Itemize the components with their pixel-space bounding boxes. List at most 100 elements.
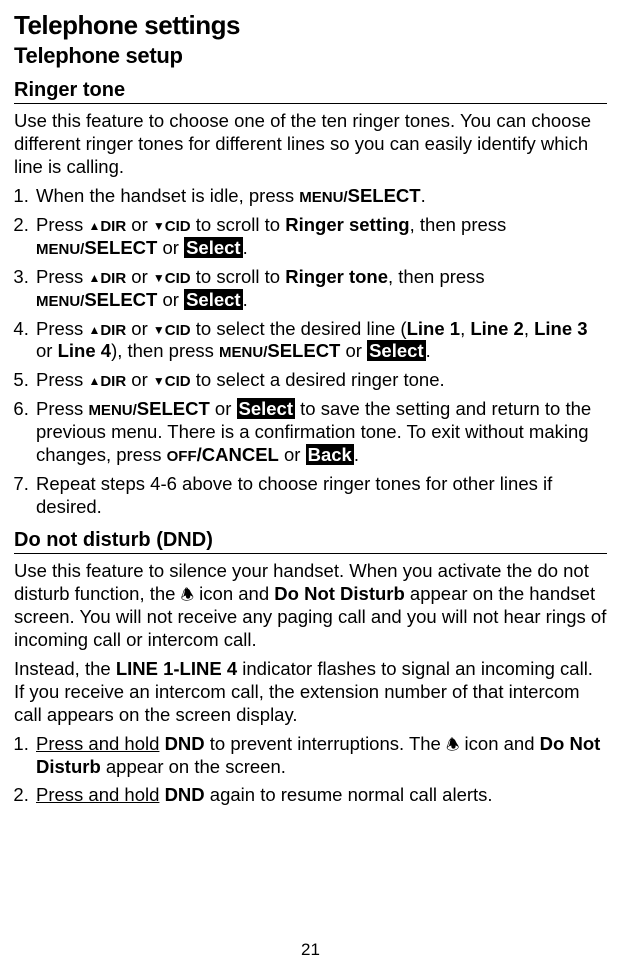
text: to scroll to bbox=[191, 266, 286, 287]
text: SELECT bbox=[267, 340, 340, 361]
line-2: Line 2 bbox=[470, 318, 523, 339]
line-indicator: LINE 1-LINE 4 bbox=[116, 658, 237, 679]
text: appear on the screen. bbox=[101, 756, 286, 777]
bell-icon bbox=[446, 733, 459, 754]
text: or bbox=[126, 266, 153, 287]
text: or bbox=[157, 289, 184, 310]
text: or bbox=[157, 237, 184, 258]
text: MENU/ bbox=[36, 241, 84, 258]
key-cid: CID bbox=[165, 270, 191, 287]
key-cid: CID bbox=[165, 373, 191, 390]
dnd-step-2: Press and hold DND again to resume norma… bbox=[34, 784, 607, 807]
text: or bbox=[126, 318, 153, 339]
key-dnd: DND bbox=[165, 784, 205, 805]
text: When the handset is idle, press bbox=[36, 185, 299, 206]
dnd-steps: Press and hold DND to prevent interrupti… bbox=[14, 733, 607, 808]
text: Press bbox=[36, 266, 88, 287]
key-menu: MENU/SELECT bbox=[36, 289, 157, 310]
key-menu: MENU/SELECT bbox=[88, 398, 209, 419]
text: SELECT bbox=[84, 237, 157, 258]
key-cid: CID bbox=[165, 218, 191, 235]
menu-item: Ringer tone bbox=[285, 266, 388, 287]
triangle-down-icon bbox=[153, 266, 165, 287]
text: or bbox=[340, 340, 367, 361]
text: MENU/ bbox=[88, 402, 136, 419]
text: to select the desired line ( bbox=[191, 318, 407, 339]
text: Press bbox=[36, 318, 88, 339]
ringer-tone-intro: Use this feature to choose one of the te… bbox=[14, 110, 607, 179]
text: Instead, the bbox=[14, 658, 116, 679]
section-dnd-heading: Do not disturb (DND) bbox=[14, 529, 607, 554]
press-and-hold: Press and hold bbox=[36, 733, 159, 754]
text: MENU/ bbox=[219, 344, 267, 361]
dnd-intro-2: Instead, the LINE 1-LINE 4 indicator fla… bbox=[14, 658, 607, 727]
triangle-up-icon bbox=[88, 266, 100, 287]
text: to scroll to bbox=[191, 214, 286, 235]
text: or bbox=[126, 214, 153, 235]
step-1: When the handset is idle, press MENU/SEL… bbox=[34, 185, 607, 208]
key-menu: MENU/SELECT bbox=[219, 340, 340, 361]
triangle-down-icon bbox=[153, 318, 165, 339]
softkey-back: Back bbox=[306, 444, 354, 465]
text: SELECT bbox=[84, 289, 157, 310]
menu-item: Ringer setting bbox=[285, 214, 409, 235]
text: or bbox=[279, 444, 306, 465]
key-off-cancel: OFF/CANCEL bbox=[167, 444, 279, 465]
key-dir: DIR bbox=[100, 270, 126, 287]
key-cid: CID bbox=[165, 322, 191, 339]
title: Telephone settings bbox=[14, 10, 607, 41]
dnd-intro-1: Use this feature to silence your handset… bbox=[14, 560, 607, 652]
page-number: 21 bbox=[0, 940, 621, 960]
text: to prevent interruptions. The bbox=[205, 733, 446, 754]
text: SELECT bbox=[348, 185, 421, 206]
ringer-tone-steps: When the handset is idle, press MENU/SEL… bbox=[14, 185, 607, 519]
line-3: Line 3 bbox=[534, 318, 587, 339]
key-dir: DIR bbox=[100, 373, 126, 390]
text: SELECT bbox=[137, 398, 210, 419]
step-5: Press DIR or CID to select a desired rin… bbox=[34, 369, 607, 392]
step-6: Press MENU/SELECT or Select to save the … bbox=[34, 398, 607, 467]
step-2: Press DIR or CID to scroll to Ringer set… bbox=[34, 214, 607, 260]
text: . bbox=[243, 237, 248, 258]
key-dir: DIR bbox=[100, 218, 126, 235]
text: Press bbox=[36, 214, 88, 235]
triangle-up-icon bbox=[88, 214, 100, 235]
bell-icon bbox=[181, 583, 194, 604]
text: icon and bbox=[194, 583, 274, 604]
text: . bbox=[421, 185, 426, 206]
page: Telephone settings Telephone setup Ringe… bbox=[0, 0, 621, 972]
text: again to resume normal call alerts. bbox=[205, 784, 493, 805]
press-and-hold: Press and hold bbox=[36, 784, 159, 805]
softkey-select: Select bbox=[184, 237, 243, 258]
text: , then press bbox=[388, 266, 485, 287]
text: Press bbox=[36, 398, 88, 419]
text: , bbox=[460, 318, 470, 339]
text: or bbox=[126, 369, 153, 390]
text: . bbox=[243, 289, 248, 310]
text: MENU/ bbox=[299, 189, 347, 206]
text: /CANCEL bbox=[197, 444, 279, 465]
dnd-step-1: Press and hold DND to prevent interrupti… bbox=[34, 733, 607, 779]
triangle-up-icon bbox=[88, 369, 100, 390]
line-1: Line 1 bbox=[407, 318, 460, 339]
key-menu: MENU/SELECT bbox=[36, 237, 157, 258]
text: . bbox=[426, 340, 431, 361]
key-dir: DIR bbox=[100, 322, 126, 339]
step-3: Press DIR or CID to scroll to Ringer ton… bbox=[34, 266, 607, 312]
softkey-select: Select bbox=[367, 340, 426, 361]
key-menu: MENU/SELECT bbox=[299, 185, 420, 206]
text: Press bbox=[36, 369, 88, 390]
text: , bbox=[524, 318, 534, 339]
text: or bbox=[210, 398, 237, 419]
section-ringer-tone-heading: Ringer tone bbox=[14, 79, 607, 104]
text: . bbox=[354, 444, 359, 465]
text: , then press bbox=[410, 214, 507, 235]
triangle-up-icon bbox=[88, 318, 100, 339]
text: OFF bbox=[167, 448, 197, 465]
text: to select a desired ringer tone. bbox=[191, 369, 445, 390]
softkey-select: Select bbox=[184, 289, 243, 310]
subtitle: Telephone setup bbox=[14, 43, 607, 69]
key-dnd: DND bbox=[165, 733, 205, 754]
text: MENU/ bbox=[36, 293, 84, 310]
softkey-select: Select bbox=[237, 398, 296, 419]
